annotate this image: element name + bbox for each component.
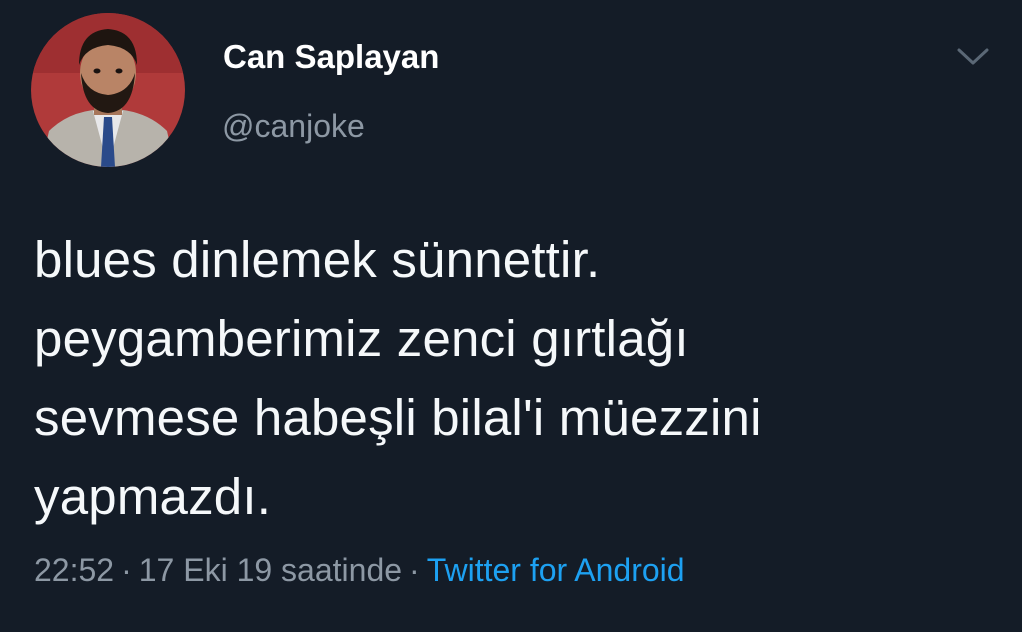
- author-handle[interactable]: @canjoke: [222, 108, 365, 145]
- chevron-down-icon[interactable]: [953, 42, 993, 70]
- tweet-time[interactable]: 22:52: [34, 552, 114, 588]
- tweet-line: yapmazdı.: [34, 468, 272, 525]
- tweet-line: blues dinlemek sünnettir.: [34, 231, 601, 288]
- tweet-text: blues dinlemek sünnettir. peygamberimiz …: [34, 220, 994, 536]
- avatar[interactable]: [31, 13, 185, 167]
- author-display-name[interactable]: Can Saplayan: [223, 38, 439, 76]
- avatar-image: [31, 13, 185, 167]
- tweet-date[interactable]: 17 Eki 19 saatinde: [139, 552, 402, 588]
- meta-separator: ·: [121, 552, 132, 588]
- meta-separator: ·: [409, 552, 420, 588]
- tweet-line: peygamberimiz zenci gırtlağı: [34, 310, 689, 367]
- tweet-metadata: 22:52 · 17 Eki 19 saatinde · Twitter for And…: [34, 552, 685, 589]
- tweet-line: sevmese habeşli bilal'i müezzini: [34, 389, 762, 446]
- tweet-card: Can Saplayan @canjoke blues dinlemek sün…: [0, 0, 1022, 632]
- tweet-source-link[interactable]: Twitter for Android: [427, 552, 685, 588]
